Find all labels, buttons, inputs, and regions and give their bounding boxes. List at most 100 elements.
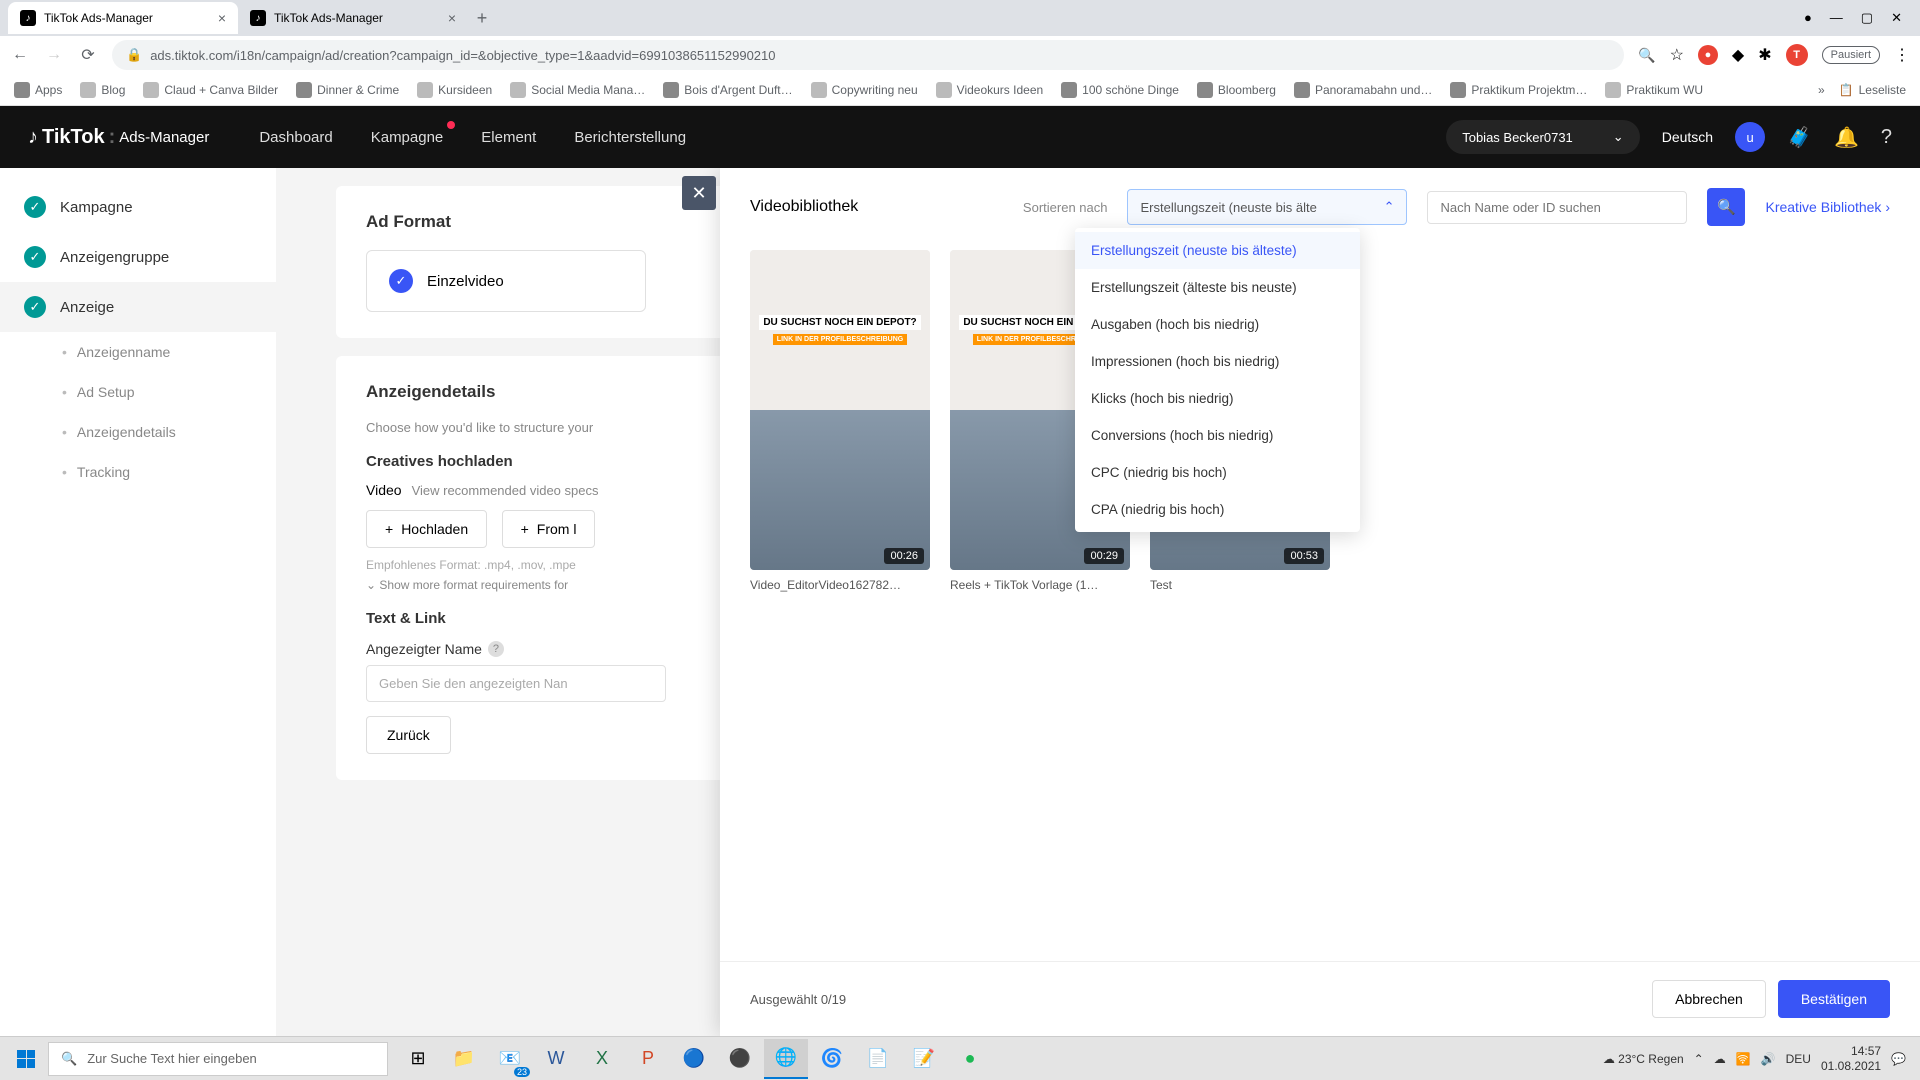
- nav-kampagne[interactable]: Kampagne: [371, 129, 444, 146]
- notepad-icon[interactable]: 📝: [902, 1039, 946, 1079]
- creative-library-link[interactable]: Kreative Bibliothek ›: [1765, 199, 1890, 215]
- bookmark-item[interactable]: Bois d'Argent Duft…: [663, 82, 792, 98]
- sidebar-item-anzeige[interactable]: ✓Anzeige: [0, 282, 276, 332]
- bookmark-item[interactable]: Copywriting neu: [811, 82, 918, 98]
- sort-option[interactable]: Klicks (hoch bis niedrig): [1075, 380, 1360, 417]
- obs-icon[interactable]: ⚫: [718, 1039, 762, 1079]
- profile-avatar[interactable]: T: [1786, 44, 1808, 66]
- reload-icon[interactable]: ⟳: [78, 45, 98, 65]
- nav-element[interactable]: Element: [481, 129, 536, 146]
- record-icon[interactable]: ●: [1804, 10, 1812, 26]
- app-icon[interactable]: 📄: [856, 1039, 900, 1079]
- bell-icon[interactable]: 🔔: [1834, 125, 1859, 150]
- task-view-icon[interactable]: ⊞: [396, 1039, 440, 1079]
- taskbar-search[interactable]: 🔍Zur Suche Text hier eingeben: [48, 1042, 388, 1076]
- back-icon[interactable]: ←: [10, 46, 30, 64]
- extensions-icon[interactable]: ✱: [1758, 45, 1771, 65]
- sidebar-sub-tracking[interactable]: Tracking: [0, 452, 276, 492]
- bookmarks-overflow[interactable]: »: [1818, 83, 1825, 97]
- sidebar-sub-adsetup[interactable]: Ad Setup: [0, 372, 276, 412]
- sort-option[interactable]: Erstellungszeit (älteste bis neuste): [1075, 269, 1360, 306]
- video-item[interactable]: DU SUCHST NOCH EIN DEPOT?LINK IN DER PRO…: [750, 250, 930, 951]
- mail-icon[interactable]: 📧23: [488, 1039, 532, 1079]
- bookmark-item[interactable]: Dinner & Crime: [296, 82, 399, 98]
- spotify-icon[interactable]: ●: [948, 1039, 992, 1079]
- close-icon[interactable]: ×: [218, 10, 226, 26]
- info-icon[interactable]: ?: [488, 641, 504, 657]
- paused-badge[interactable]: Pausiert: [1822, 46, 1880, 64]
- bookmark-item[interactable]: Social Media Mana…: [510, 82, 645, 98]
- back-button[interactable]: Zurück: [366, 716, 451, 754]
- word-icon[interactable]: W: [534, 1039, 578, 1079]
- search-button[interactable]: 🔍: [1707, 188, 1745, 226]
- zoom-icon[interactable]: 🔍: [1638, 47, 1655, 64]
- upload-button[interactable]: +Hochladen: [366, 510, 487, 548]
- star-icon[interactable]: ☆: [1670, 45, 1684, 65]
- help-icon[interactable]: ?: [1881, 126, 1892, 149]
- close-icon[interactable]: ✕: [1891, 10, 1902, 26]
- wifi-icon[interactable]: 🛜: [1736, 1052, 1751, 1066]
- bookmark-item[interactable]: 100 schöne Dinge: [1061, 82, 1179, 98]
- user-avatar[interactable]: u: [1735, 122, 1765, 152]
- bookmark-item[interactable]: Blog: [80, 82, 125, 98]
- app-icon[interactable]: 🔵: [672, 1039, 716, 1079]
- browser-tab-active[interactable]: ♪ TikTok Ads-Manager ×: [8, 2, 238, 34]
- chrome-icon[interactable]: 🌐: [764, 1039, 808, 1079]
- cancel-button[interactable]: Abbrechen: [1652, 980, 1766, 1018]
- minimize-icon[interactable]: —: [1830, 10, 1843, 26]
- sidebar-item-kampagne[interactable]: ✓Kampagne: [0, 182, 276, 232]
- bookmark-item[interactable]: Praktikum Projektm…: [1450, 82, 1587, 98]
- close-drawer-button[interactable]: ✕: [682, 176, 716, 210]
- excel-icon[interactable]: X: [580, 1039, 624, 1079]
- bookmark-apps[interactable]: Apps: [14, 82, 62, 98]
- notifications-icon[interactable]: 💬: [1891, 1052, 1906, 1066]
- sort-select[interactable]: Erstellungszeit (neuste bis älte ⌃: [1127, 189, 1407, 225]
- tray-chevron-icon[interactable]: ⌃: [1694, 1052, 1704, 1066]
- format-option-single-video[interactable]: ✓ Einzelvideo: [366, 250, 646, 312]
- video-specs-link[interactable]: View recommended video specs: [412, 483, 599, 498]
- sidebar-item-anzeigengruppe[interactable]: ✓Anzeigengruppe: [0, 232, 276, 282]
- bookmark-item[interactable]: Bloomberg: [1197, 82, 1276, 98]
- start-button[interactable]: [4, 1039, 48, 1079]
- tiktok-logo[interactable]: ♪ TikTok : Ads-Manager: [28, 126, 209, 149]
- confirm-button[interactable]: Bestätigen: [1778, 980, 1890, 1018]
- nav-dashboard[interactable]: Dashboard: [259, 129, 332, 146]
- sort-option[interactable]: CPC (niedrig bis hoch): [1075, 454, 1360, 491]
- search-input[interactable]: [1427, 191, 1687, 224]
- new-tab-button[interactable]: +: [468, 4, 496, 32]
- url-field[interactable]: 🔒 ads.tiktok.com/i18n/campaign/ad/creati…: [112, 40, 1624, 70]
- bookmark-item[interactable]: Kursideen: [417, 82, 492, 98]
- leseliste-button[interactable]: 📋Leseliste: [1839, 83, 1906, 97]
- briefcase-icon[interactable]: 🧳: [1787, 125, 1812, 150]
- bookmark-item[interactable]: Videokurs Ideen: [936, 82, 1044, 98]
- extension-icon[interactable]: ●: [1698, 45, 1718, 65]
- sidebar-sub-anzeigendetails[interactable]: Anzeigendetails: [0, 412, 276, 452]
- onedrive-icon[interactable]: ☁: [1714, 1052, 1726, 1066]
- from-library-button[interactable]: +From l: [502, 510, 596, 548]
- account-selector[interactable]: Tobias Becker0731 ⌄: [1446, 120, 1639, 154]
- bookmark-item[interactable]: Claud + Canva Bilder: [143, 82, 278, 98]
- sort-option[interactable]: Ausgaben (hoch bis niedrig): [1075, 306, 1360, 343]
- weather-widget[interactable]: ☁ 23°C Regen: [1603, 1052, 1684, 1066]
- maximize-icon[interactable]: ▢: [1861, 10, 1873, 26]
- browser-tab[interactable]: ♪ TikTok Ads-Manager ×: [238, 2, 468, 34]
- angezeigter-name-input[interactable]: Geben Sie den angezeigten Nan: [366, 665, 666, 702]
- language-indicator[interactable]: DEU: [1786, 1052, 1811, 1066]
- extension-icon[interactable]: ◆: [1732, 45, 1744, 65]
- sidebar-sub-anzeigenname[interactable]: Anzeigenname: [0, 332, 276, 372]
- sort-option[interactable]: Conversions (hoch bis niedrig): [1075, 417, 1360, 454]
- powerpoint-icon[interactable]: P: [626, 1039, 670, 1079]
- sort-option[interactable]: Erstellungszeit (neuste bis älteste): [1075, 232, 1360, 269]
- edge-icon[interactable]: 🌀: [810, 1039, 854, 1079]
- menu-icon[interactable]: ⋮: [1894, 45, 1910, 65]
- bookmark-item[interactable]: Panoramabahn und…: [1294, 82, 1432, 98]
- close-icon[interactable]: ×: [448, 10, 456, 26]
- clock[interactable]: 14:57 01.08.2021: [1821, 1044, 1881, 1073]
- explorer-icon[interactable]: 📁: [442, 1039, 486, 1079]
- sort-option[interactable]: Impressionen (hoch bis niedrig): [1075, 343, 1360, 380]
- nav-berichterstellung[interactable]: Berichterstellung: [574, 129, 686, 146]
- bookmark-item[interactable]: Praktikum WU: [1605, 82, 1703, 98]
- volume-icon[interactable]: 🔊: [1761, 1052, 1776, 1066]
- language-selector[interactable]: Deutsch: [1662, 129, 1713, 145]
- sort-option[interactable]: CPA (niedrig bis hoch): [1075, 491, 1360, 528]
